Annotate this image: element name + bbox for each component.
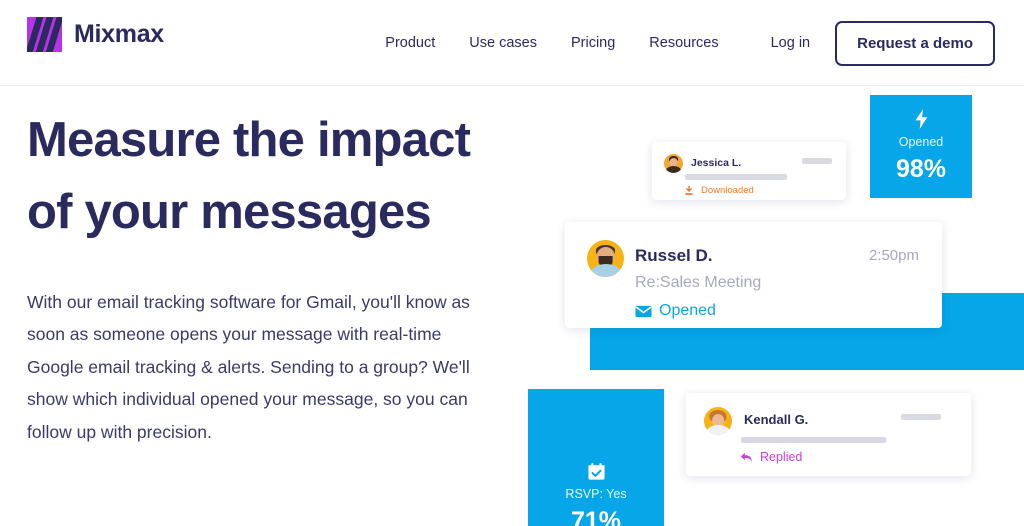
nav-item-resources[interactable]: Resources	[632, 36, 735, 51]
landing-page: Mixmax Product Use cases Pricing Resourc…	[0, 0, 1024, 526]
request-demo-button[interactable]: Request a demo	[835, 20, 995, 66]
nav-item-pricing[interactable]: Pricing	[554, 36, 632, 51]
status-downloaded: Downloaded	[684, 185, 754, 197]
rsvp-stat-card: RSVP: Yes 71%	[528, 389, 664, 526]
opened-stat-value: 98%	[895, 155, 947, 184]
sender-name-kendall: Kendall G.	[744, 412, 809, 427]
rsvp-stat-label: RSVP: Yes	[565, 487, 627, 502]
brand-logo[interactable]: Mixmax	[27, 17, 164, 52]
brand-name: Mixmax	[74, 20, 164, 48]
rsvp-stat-value: 71%	[570, 507, 622, 526]
message-card-kendall[interactable]: Kendall G. Replied	[686, 393, 971, 476]
message-card-jessica[interactable]: Jessica L. Downloaded	[652, 142, 846, 200]
message-time-russel: 2:50pm	[868, 247, 919, 264]
message-subject-russel: Re:Sales Meeting	[635, 274, 762, 291]
subject-placeholder-bar	[741, 437, 886, 443]
avatar-kendall	[704, 407, 732, 435]
status-replied: Replied	[740, 451, 802, 464]
subject-placeholder-bar	[685, 174, 787, 180]
page-title: Measure the impact of your messages	[27, 113, 471, 240]
opened-stat-label: Opened	[898, 135, 944, 150]
status-text-opened: Opened	[659, 302, 716, 319]
calendar-check-icon	[587, 462, 606, 481]
hero-illustration: Opened 98% Jessica L. Downloaded Russel …	[520, 86, 1024, 526]
nav-item-use-cases[interactable]: Use cases	[452, 36, 554, 51]
message-card-russel[interactable]: Russel D. 2:50pm Re:Sales Meeting Opened	[565, 222, 942, 328]
login-link[interactable]: Log in	[754, 36, 828, 51]
status-opened: Opened	[635, 303, 716, 319]
status-text-replied: Replied	[760, 450, 803, 464]
reply-arrow-icon	[740, 452, 753, 463]
sender-name-russel: Russel D.	[635, 246, 713, 265]
opened-stat-card: Opened 98%	[870, 95, 972, 198]
avatar-russel	[587, 240, 624, 277]
hero-copy: Measure the impact of your messages With…	[27, 104, 527, 448]
timestamp-placeholder-bar	[901, 414, 941, 420]
timestamp-placeholder-bar	[802, 158, 832, 164]
lightning-bolt-icon	[914, 109, 929, 130]
status-text-downloaded: Downloaded	[701, 185, 754, 197]
site-header: Mixmax Product Use cases Pricing Resourc…	[0, 0, 1024, 86]
sender-name-jessica: Jessica L.	[691, 157, 742, 170]
hero-description: With our email tracking software for Gma…	[27, 292, 470, 442]
download-icon	[684, 185, 694, 196]
avatar-jessica	[664, 154, 683, 173]
main-navigation: Product Use cases Pricing Resources Log …	[368, 0, 995, 86]
mixmax-logo-icon	[27, 17, 62, 52]
envelope-icon	[635, 305, 652, 318]
nav-item-product[interactable]: Product	[368, 36, 452, 51]
